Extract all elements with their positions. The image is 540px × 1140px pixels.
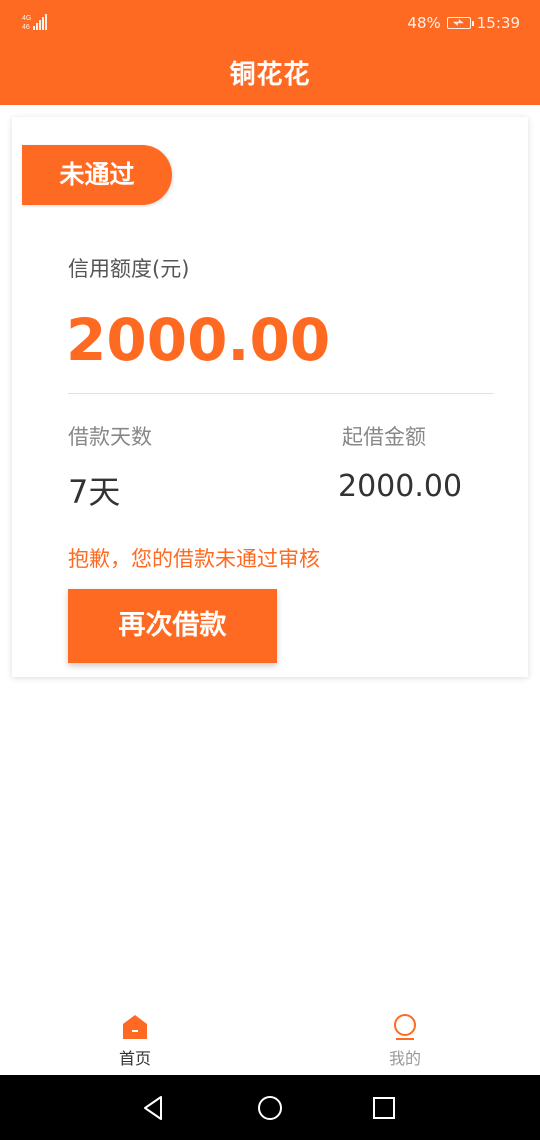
home-circle-icon[interactable] [255, 1093, 285, 1123]
system-nav-bar [0, 1075, 540, 1140]
clock: 15:39 [476, 14, 520, 32]
status-badge: 未通过 [22, 145, 172, 205]
svg-text:46: 46 [22, 24, 30, 31]
tab-home[interactable]: 首页 [0, 1005, 270, 1075]
loan-days-label: 借款天数 [68, 425, 152, 449]
back-icon[interactable] [139, 1093, 169, 1123]
loan-days-value: 7天 [68, 473, 121, 511]
credit-limit-label: 信用额度(元) [68, 257, 190, 281]
battery-percent: 48% [407, 14, 441, 32]
tab-mine-label: 我的 [388, 1049, 421, 1068]
status-right: 48% 15:39 [407, 12, 520, 34]
tab-mine[interactable]: 我的 [270, 1005, 540, 1075]
signal-icon: 4G 46 [22, 14, 47, 31]
bottom-tab-bar: 首页 我的 [0, 1005, 540, 1075]
min-amount-label: 起借金额 [342, 425, 426, 449]
min-amount-value: 2000.00 [338, 469, 463, 504]
credit-limit-amount: 2000.00 [66, 306, 331, 374]
page-title: 铜花花 [229, 60, 311, 90]
home-icon [123, 1015, 147, 1039]
divider [68, 393, 494, 394]
recent-apps-icon[interactable] [369, 1093, 399, 1123]
status-bar: 4G 46 48% 15:39 [0, 0, 540, 46]
retry-loan-button[interactable]: 再次借款 [68, 589, 277, 663]
profile-icon [394, 1014, 416, 1040]
top-header: 4G 46 48% 15:39 铜花花 [0, 0, 540, 105]
svg-text:4G: 4G [22, 15, 31, 22]
battery-icon [446, 17, 474, 29]
loan-card: 未通过 信用额度(元) 2000.00 借款天数 起借金额 7天 2000.00… [12, 117, 528, 677]
tab-home-label: 首页 [118, 1049, 151, 1068]
reject-message: 抱歉，您的借款未通过审核 [68, 547, 320, 571]
